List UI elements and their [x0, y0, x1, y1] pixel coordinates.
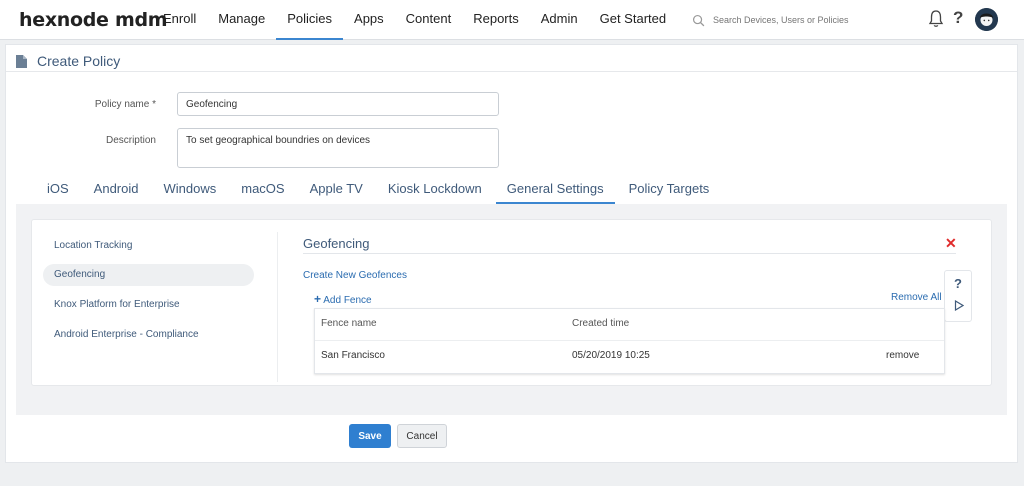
sidebar-item-geofencing[interactable]: Geofencing	[43, 264, 254, 286]
remove-all-link[interactable]: Remove All	[891, 292, 942, 303]
tab-macos[interactable]: macOS	[230, 178, 295, 204]
document-icon	[16, 54, 27, 68]
create-new-geofences-link[interactable]: Create New Geofences	[303, 270, 407, 281]
search-icon	[692, 14, 705, 26]
policy-name-label: Policy name *	[94, 99, 156, 110]
tab-ios[interactable]: iOS	[36, 178, 80, 204]
divider	[6, 71, 1017, 72]
description-label: Description	[105, 135, 156, 146]
help-toolbox: ?	[944, 270, 972, 322]
help-icon[interactable]: ?	[953, 8, 963, 28]
nav-content[interactable]: Content	[395, 0, 463, 40]
column-header-created-time: Created time	[572, 318, 630, 329]
sidebar-item-location-tracking[interactable]: Location Tracking	[43, 235, 254, 257]
close-icon[interactable]: ✕	[945, 235, 957, 252]
created-time-cell: 05/20/2019 10:25	[572, 350, 650, 361]
column-header-fence-name: Fence name	[321, 318, 377, 329]
nav-reports[interactable]: Reports	[462, 0, 530, 40]
policy-name-input[interactable]	[177, 92, 499, 116]
nav-manage[interactable]: Manage	[207, 0, 276, 40]
add-fence-label: Add Fence	[323, 295, 372, 306]
search-input[interactable]	[713, 15, 893, 25]
header-divider	[315, 340, 944, 341]
sidebar-item-android-enterprise-compliance[interactable]: Android Enterprise - Compliance	[43, 324, 254, 346]
fence-table: Fence name Created time San Francisco 05…	[314, 308, 945, 374]
save-button[interactable]: Save	[349, 424, 391, 448]
nav-apps[interactable]: Apps	[343, 0, 395, 40]
nav-enroll[interactable]: Enroll	[152, 0, 207, 40]
tab-general-settings[interactable]: General Settings	[495, 178, 615, 204]
page-title: Create Policy	[37, 53, 121, 69]
bell-icon[interactable]	[928, 9, 944, 29]
help-icon[interactable]: ?	[954, 276, 962, 291]
settings-panel: Location Tracking Geofencing Knox Platfo…	[31, 219, 992, 386]
tab-android[interactable]: Android	[83, 178, 150, 204]
sidebar-divider	[277, 232, 278, 382]
create-policy-card: Create Policy Policy name * Description …	[5, 44, 1018, 463]
page-header: Create Policy	[16, 51, 120, 71]
plus-icon: +	[314, 292, 322, 306]
nav-admin[interactable]: Admin	[530, 0, 589, 40]
cancel-button[interactable]: Cancel	[397, 424, 447, 448]
section-title: Geofencing	[303, 236, 370, 251]
section-divider	[303, 253, 956, 254]
nav-get-started[interactable]: Get Started	[589, 0, 677, 40]
remove-fence-link[interactable]: remove	[886, 350, 919, 361]
main-nav: Enroll Manage Policies Apps Content Repo…	[152, 0, 677, 40]
tab-policy-targets[interactable]: Policy Targets	[618, 178, 721, 204]
avatar[interactable]	[975, 8, 998, 31]
top-nav-bar: hexnode mdm Enroll Manage Policies Apps …	[0, 0, 1024, 40]
play-icon[interactable]	[954, 300, 964, 311]
platform-tabs: iOS Android Windows macOS Apple TV Kiosk…	[36, 178, 723, 204]
add-fence-button[interactable]: + Add Fence	[314, 292, 372, 306]
tab-kiosk-lockdown[interactable]: Kiosk Lockdown	[377, 178, 493, 204]
sidebar-item-knox-platform[interactable]: Knox Platform for Enterprise	[43, 294, 254, 316]
tab-windows[interactable]: Windows	[152, 178, 227, 204]
global-search	[692, 12, 902, 28]
app-logo[interactable]: hexnode mdm	[19, 9, 168, 31]
description-textarea[interactable]: To set geographical boundries on devices	[177, 128, 499, 168]
tab-apple-tv[interactable]: Apple TV	[299, 178, 374, 204]
fence-name-cell: San Francisco	[321, 350, 385, 361]
nav-policies[interactable]: Policies	[276, 0, 344, 40]
